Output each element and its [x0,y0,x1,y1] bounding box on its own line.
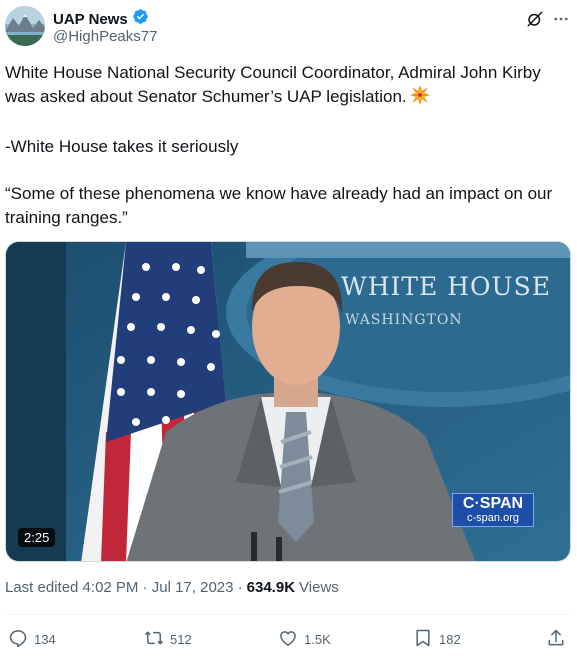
edited-timestamp[interactable]: Last edited 4:02 PM · Jul 17, 2023 · [5,579,243,596]
tweet-line-2: -White House takes it seriously [5,137,239,156]
collision-emoji-icon [409,85,430,112]
repost-button[interactable]: 512 [144,628,192,651]
reply-button[interactable]: 134 [8,628,56,651]
share-icon [546,628,566,651]
bookmark-count: 182 [439,632,461,647]
divider [5,614,571,615]
more-options-icon[interactable] [550,8,572,30]
cspan-url: c-span.org [467,512,519,524]
author-handle[interactable]: @HighPeaks77 [53,28,157,45]
cspan-logo-text: C·SPAN [462,495,524,512]
share-button[interactable] [546,628,566,651]
reply-icon [8,628,28,651]
backdrop-title: WHITE HOUSE [341,272,551,301]
repost-icon [144,628,164,651]
repost-count: 512 [170,632,192,647]
grok-icon[interactable] [524,8,546,30]
like-button[interactable]: 1.5K [278,628,331,651]
reply-count: 134 [34,632,56,647]
views-label: Views [299,579,339,596]
display-name[interactable]: UAP News [53,11,128,28]
video-duration: 2:25 [18,528,56,547]
action-bar: 134 512 1.5K 182 [8,628,568,652]
backdrop-subtitle: WASHINGTON [345,312,463,328]
tweet-line-1: White House National Security Council Co… [5,63,546,106]
avatar[interactable] [5,6,45,46]
like-count: 1.5K [304,632,331,647]
cspan-watermark: C·SPAN c-span.org [452,493,534,527]
tweet-line-3: “Some of these phenomena we know have al… [5,184,557,227]
bookmark-button[interactable]: 182 [413,628,461,651]
tweet-header: UAP News @HighPeaks77 [5,6,573,48]
tweet-meta: Last edited 4:02 PM · Jul 17, 2023 · 634… [5,579,339,596]
bookmark-icon [413,628,433,651]
heart-icon [278,628,298,651]
views-count: 634.9K [246,579,296,596]
verified-badge-icon [132,8,149,30]
tweet-text: White House National Security Council Co… [5,61,571,230]
video-player[interactable]: WHITE HOUSE WASHINGTON 2:25 C·SPAN c-spa… [5,241,571,562]
